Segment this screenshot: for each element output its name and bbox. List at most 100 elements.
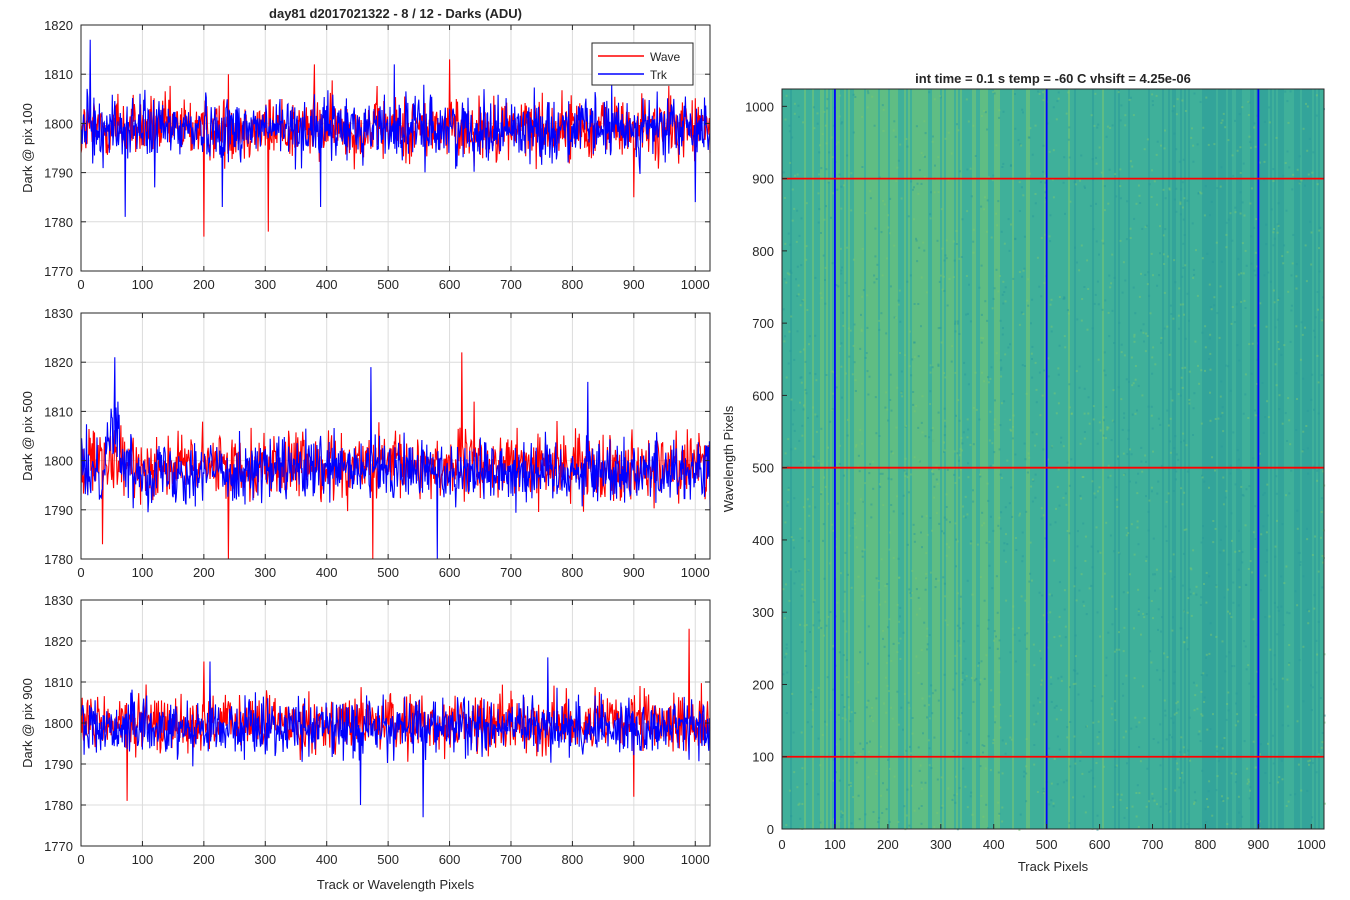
heatmap-speckle bbox=[1182, 267, 1185, 269]
heatmap-speckle bbox=[1157, 480, 1160, 483]
heatmap-speckle bbox=[1311, 373, 1314, 376]
heatmap-speckle bbox=[1066, 309, 1069, 312]
heatmap-speckle bbox=[1186, 823, 1189, 826]
y-axis-label: Dark @ pix 500 bbox=[20, 391, 35, 481]
heatmap-speckle bbox=[1172, 317, 1175, 320]
heatmap-speckle bbox=[1302, 700, 1305, 703]
heatmap-speckle bbox=[841, 717, 844, 720]
heatmap-speckle bbox=[1233, 665, 1236, 668]
heatmap-column bbox=[902, 89, 904, 829]
heatmap-speckle bbox=[972, 406, 975, 409]
heatmap-speckle bbox=[1034, 473, 1037, 476]
heatmap-speckle bbox=[906, 476, 909, 479]
heatmap-column bbox=[1262, 89, 1264, 829]
heatmap-speckle bbox=[1160, 144, 1162, 147]
heatmap-speckle bbox=[928, 695, 931, 698]
heatmap-speckle bbox=[1273, 601, 1276, 604]
y-tick-label: 0 bbox=[767, 822, 774, 837]
heatmap-speckle bbox=[1115, 648, 1118, 651]
heatmap-speckle bbox=[1127, 532, 1130, 535]
heatmap-speckle bbox=[800, 376, 803, 379]
heatmap-speckle bbox=[892, 510, 895, 513]
heatmap-speckle bbox=[820, 463, 823, 466]
heatmap-speckle bbox=[1189, 593, 1192, 596]
heatmap-speckle bbox=[1004, 286, 1007, 289]
heatmap-column bbox=[954, 89, 956, 829]
heatmap-speckle bbox=[1123, 412, 1126, 415]
heatmap-speckle bbox=[1141, 227, 1144, 230]
heatmap-speckle bbox=[825, 168, 828, 171]
heatmap-column bbox=[1314, 89, 1316, 829]
heatmap-speckle bbox=[823, 110, 826, 113]
heatmap-speckle bbox=[1215, 745, 1218, 748]
heatmap-speckle bbox=[1192, 268, 1195, 271]
heatmap-speckle bbox=[1038, 591, 1041, 594]
heatmap-speckle bbox=[1268, 615, 1271, 618]
heatmap-speckle bbox=[1136, 526, 1139, 529]
heatmap-speckle bbox=[1281, 677, 1284, 680]
heatmap-speckle bbox=[1288, 166, 1291, 169]
heatmap-speckle bbox=[1090, 114, 1093, 117]
heatmap-column bbox=[1038, 89, 1040, 829]
heatmap-speckle bbox=[1237, 795, 1240, 798]
heatmap-speckle bbox=[944, 254, 947, 257]
heatmap-speckle bbox=[984, 767, 987, 770]
heatmap-speckle bbox=[1316, 469, 1319, 472]
heatmap-column bbox=[1230, 89, 1232, 829]
heatmap-speckle bbox=[1232, 431, 1235, 434]
heatmap-speckle bbox=[1064, 636, 1067, 639]
heatmap-speckle bbox=[1099, 551, 1102, 554]
heatmap-speckle bbox=[1140, 460, 1143, 463]
heatmap-column bbox=[1272, 89, 1274, 829]
heatmap-speckle bbox=[856, 546, 859, 549]
heatmap-speckle bbox=[1120, 343, 1123, 346]
heatmap-speckle bbox=[900, 370, 903, 373]
heatmap-speckle bbox=[1128, 380, 1130, 383]
heatmap-speckle bbox=[1074, 566, 1077, 569]
heatmap-speckle bbox=[1166, 409, 1169, 412]
heatmap-speckle bbox=[984, 196, 986, 199]
heatmap-speckle bbox=[838, 94, 841, 97]
heatmap-speckle bbox=[785, 652, 788, 655]
heatmap-column bbox=[1180, 89, 1182, 829]
heatmap-speckle bbox=[842, 311, 844, 314]
heatmap-speckle bbox=[880, 794, 883, 797]
heatmap-speckle bbox=[962, 505, 964, 508]
heatmap-speckle bbox=[799, 527, 802, 530]
heatmap-speckle bbox=[824, 279, 826, 281]
heatmap-speckle bbox=[1229, 464, 1232, 467]
x-axis-label: Track Pixels bbox=[1018, 859, 1089, 874]
legend-label-wave: Wave bbox=[650, 50, 681, 64]
heatmap-column bbox=[984, 89, 986, 829]
heatmap-column bbox=[1264, 89, 1266, 829]
heatmap-speckle bbox=[822, 539, 824, 542]
heatmap-speckle bbox=[864, 813, 867, 816]
heatmap-speckle bbox=[964, 678, 966, 681]
figure: 0 100 200 300 400 500 600 700 800 900 100017701780… bbox=[20, 6, 1326, 892]
heatmap-column bbox=[950, 89, 952, 829]
heatmap-speckle bbox=[1315, 114, 1318, 117]
heatmap-speckle bbox=[942, 275, 945, 278]
heatmap-speckle bbox=[1186, 611, 1189, 614]
heatmap-speckle bbox=[1133, 335, 1136, 338]
heatmap-speckle bbox=[945, 543, 948, 546]
heatmap-speckle bbox=[1230, 322, 1233, 325]
heatmap-speckle bbox=[1221, 406, 1224, 409]
heatmap-speckle bbox=[966, 806, 969, 809]
heatmap-column bbox=[1192, 89, 1194, 829]
heatmap-speckle bbox=[1253, 126, 1256, 129]
heatmap-speckle bbox=[1271, 734, 1274, 737]
heatmap-speckle bbox=[852, 344, 855, 347]
heatmap-speckle bbox=[1093, 492, 1096, 495]
y-tick-label: 1800 bbox=[44, 716, 73, 731]
heatmap-speckle bbox=[854, 379, 857, 382]
heatmap-speckle bbox=[1290, 304, 1293, 307]
heatmap-speckle bbox=[1317, 412, 1320, 415]
heatmap-speckle bbox=[1285, 209, 1288, 212]
heatmap-speckle bbox=[1314, 316, 1317, 319]
heatmap-speckle bbox=[838, 444, 841, 447]
heatmap-speckle bbox=[1116, 505, 1119, 508]
heatmap-speckle bbox=[827, 446, 829, 449]
x-tick-label: 600 bbox=[439, 277, 461, 292]
heatmap-column bbox=[1132, 89, 1134, 829]
